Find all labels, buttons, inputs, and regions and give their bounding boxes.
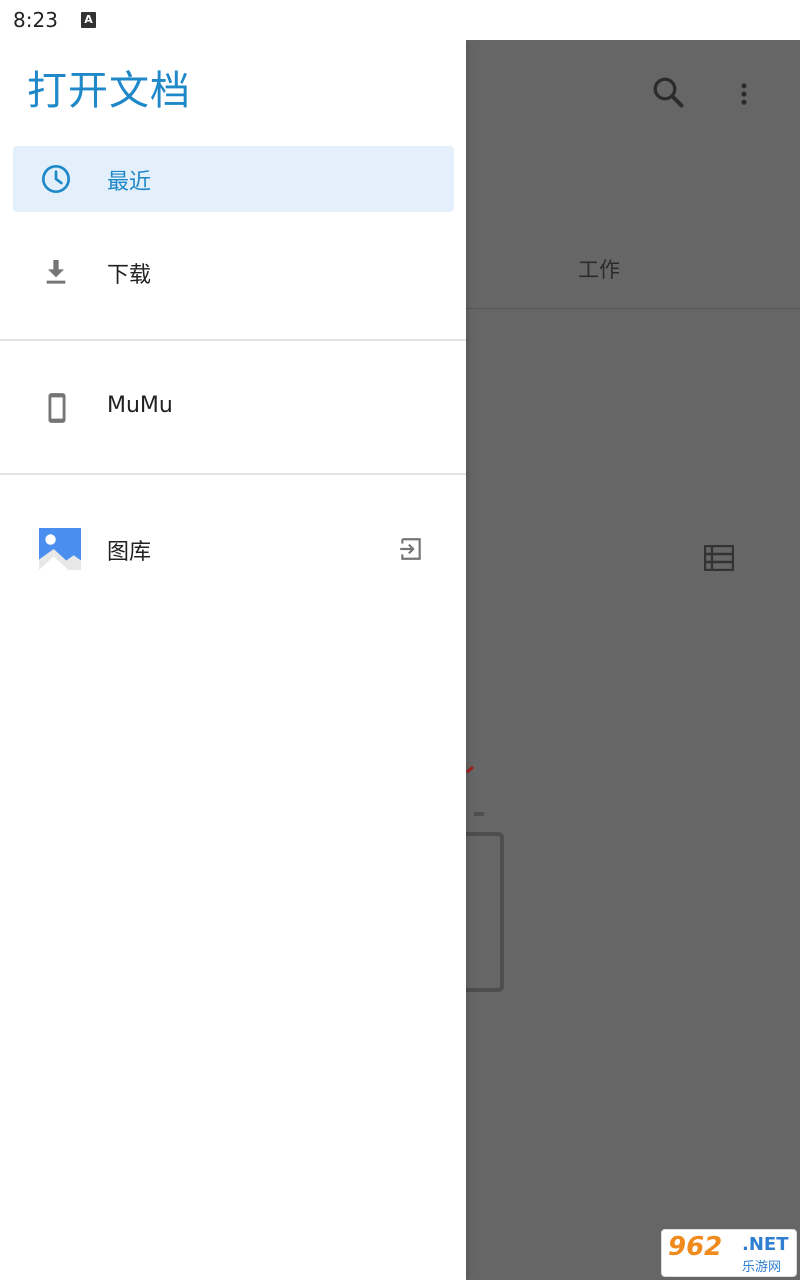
drawer-item-label: 图库 xyxy=(107,540,152,565)
text-a-icon: A xyxy=(81,12,96,28)
status-bar: 8:23 A xyxy=(0,0,800,40)
eject-icon[interactable] xyxy=(398,536,424,562)
background-red-mark xyxy=(465,765,475,774)
background-dash xyxy=(474,812,484,816)
more-vert-icon xyxy=(741,83,747,105)
navigation-drawer: 打开文档 最近 下载 MuMu 图库 xyxy=(0,40,466,1280)
drawer-divider xyxy=(0,473,466,475)
drawer-item-mumu[interactable]: MuMu xyxy=(13,375,454,441)
drawer-item-label: MuMu xyxy=(107,393,173,418)
phone-icon xyxy=(48,393,66,423)
watermark-number: 962 xyxy=(668,1232,723,1262)
drawer-item-label: 最近 xyxy=(107,170,152,195)
gallery-icon xyxy=(39,528,81,570)
drawer-divider xyxy=(0,339,466,341)
download-icon xyxy=(46,260,66,284)
list-view-icon xyxy=(704,545,734,571)
search-icon xyxy=(653,77,684,108)
tab-work: 工作 xyxy=(578,258,620,282)
status-time: 8:23 xyxy=(13,8,58,32)
tab-divider xyxy=(466,308,800,309)
drawer-title: 打开文档 xyxy=(27,68,191,114)
drawer-item-gallery[interactable]: 图库 xyxy=(13,516,454,582)
background-app-scrim[interactable]: 工作 xyxy=(446,40,800,1280)
watermark-logo: 962 .NET 乐游网 xyxy=(661,1229,797,1277)
watermark-domain: .NET xyxy=(742,1234,789,1255)
screen: 8:23 A 工作 打开文档 最近 下载 MuMu 图库 962 .NET 乐游… xyxy=(0,0,800,1280)
clock-icon xyxy=(42,165,70,193)
drawer-item-downloads[interactable]: 下载 xyxy=(13,239,454,305)
drawer-item-label: 下载 xyxy=(107,263,152,288)
drawer-item-recent[interactable]: 最近 xyxy=(13,146,454,212)
watermark-subtitle: 乐游网 xyxy=(742,1260,782,1275)
